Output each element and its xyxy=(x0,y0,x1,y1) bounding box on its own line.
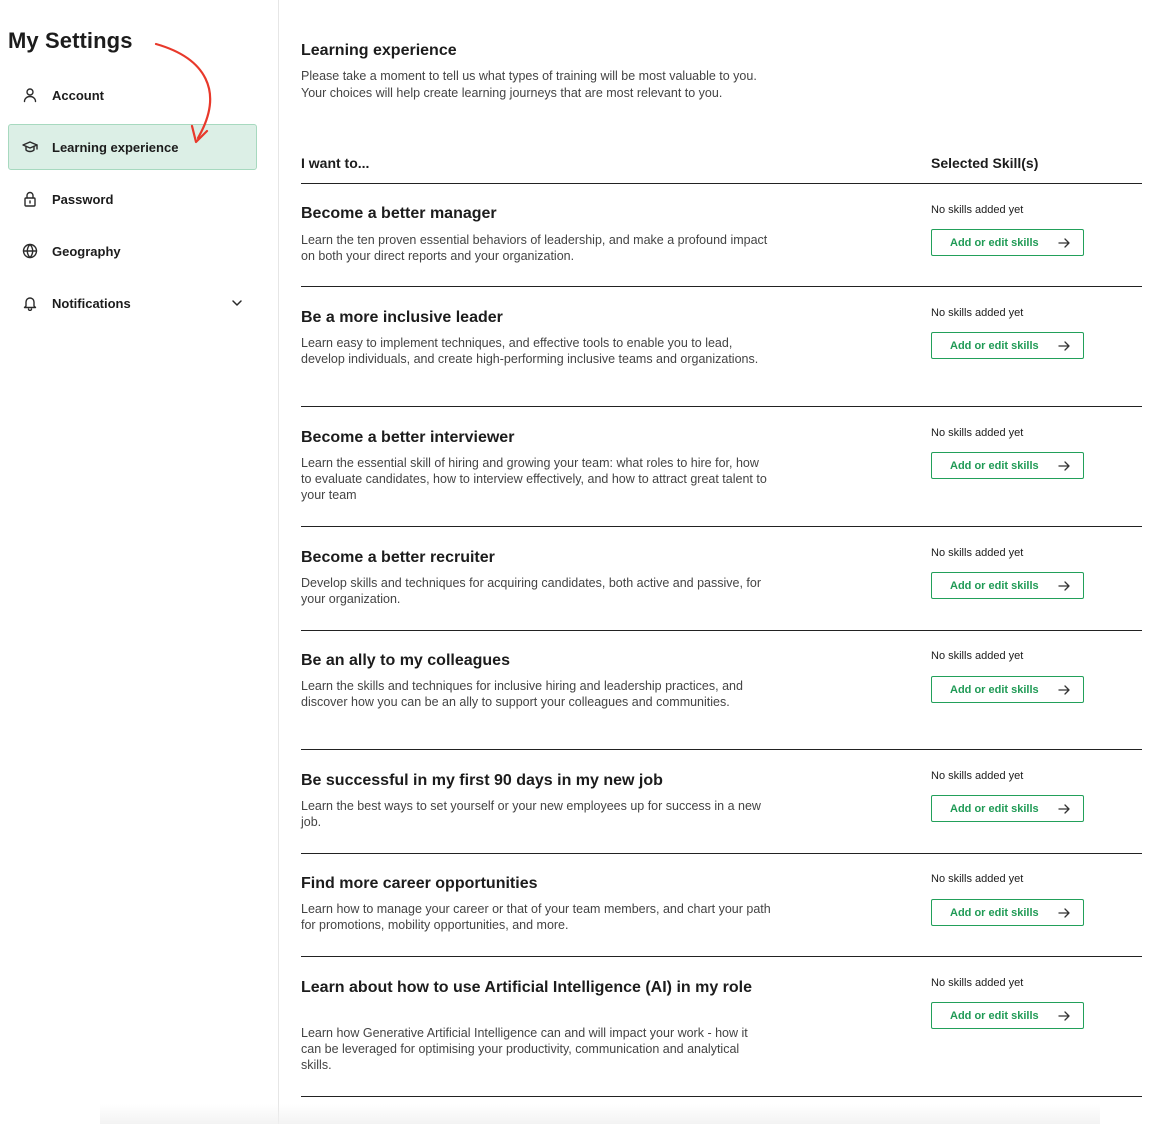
skills-status: No skills added yet xyxy=(931,547,1024,559)
add-or-edit-skills-button[interactable]: Add or edit skills xyxy=(931,899,1084,926)
add-or-edit-skills-button[interactable]: Add or edit skills xyxy=(931,1002,1084,1029)
skills-status: No skills added yet xyxy=(931,873,1024,885)
button-label: Add or edit skills xyxy=(950,802,1039,815)
goal-description: Learn the best ways to set yourself or y… xyxy=(301,799,761,829)
page-title: Learning experience xyxy=(301,42,457,59)
button-label: Add or edit skills xyxy=(950,683,1039,696)
goal-title: Be an ally to my colleagues xyxy=(301,652,510,669)
goal-description: Learn easy to implement techniques, and … xyxy=(301,336,759,366)
sidebar-item-notifications[interactable]: Notifications xyxy=(8,280,257,326)
arrow-right-icon xyxy=(1058,580,1070,592)
sidebar: My Settings Account Learning experience … xyxy=(0,0,279,1124)
goal-title: Become a better manager xyxy=(301,205,497,222)
sidebar-item-password[interactable]: Password xyxy=(8,176,257,222)
sidebar-item-learning-experience[interactable]: Learning experience xyxy=(8,124,257,170)
skills-status: No skills added yet xyxy=(931,977,1024,989)
goal-row: Be successful in my first 90 days in my … xyxy=(301,750,1142,854)
sidebar-item-label: Notifications xyxy=(52,295,131,311)
skills-status: No skills added yet xyxy=(931,204,1024,216)
sidebar-item-label: Learning experience xyxy=(52,139,179,155)
goal-title: Be a more inclusive leader xyxy=(301,309,503,326)
goal-row: Learn about how to use Artificial Intell… xyxy=(301,957,1142,1097)
column-header-skills: Selected Skill(s) xyxy=(931,155,1039,171)
sidebar-title: My Settings xyxy=(8,28,133,53)
arrow-right-icon xyxy=(1058,460,1070,472)
sidebar-item-label: Geography xyxy=(52,243,121,259)
add-or-edit-skills-button[interactable]: Add or edit skills xyxy=(931,676,1084,703)
goal-description: Learn the essential skill of hiring and … xyxy=(301,456,767,502)
chevron-down-icon[interactable] xyxy=(230,296,244,310)
goal-title: Be successful in my first 90 days in my … xyxy=(301,772,663,789)
skills-status: No skills added yet xyxy=(931,307,1024,319)
button-label: Add or edit skills xyxy=(950,906,1039,919)
goal-row: Become a better recruiter Develop skills… xyxy=(301,527,1142,631)
goal-title: Become a better recruiter xyxy=(301,549,495,566)
goal-row: Become a better interviewer Learn the es… xyxy=(301,407,1142,527)
sidebar-item-label: Account xyxy=(52,87,104,103)
goal-title: Find more career opportunities xyxy=(301,875,538,892)
arrow-right-icon xyxy=(1058,684,1070,696)
goal-description: Develop skills and techniques for acquir… xyxy=(301,576,761,606)
goal-row: Find more career opportunities Learn how… xyxy=(301,854,1142,957)
add-or-edit-skills-button[interactable]: Add or edit skills xyxy=(931,229,1084,256)
button-label: Add or edit skills xyxy=(950,579,1039,592)
button-label: Add or edit skills xyxy=(950,339,1039,352)
goal-description: Learn the ten proven essential behaviors… xyxy=(301,233,768,263)
goal-row: Be an ally to my colleagues Learn the sk… xyxy=(301,631,1142,750)
goal-description: Learn the skills and techniques for incl… xyxy=(301,679,743,709)
goal-title: Become a better interviewer xyxy=(301,429,515,446)
button-label: Add or edit skills xyxy=(950,1009,1039,1022)
bell-icon xyxy=(21,294,39,312)
add-or-edit-skills-button[interactable]: Add or edit skills xyxy=(931,452,1084,479)
skills-status: No skills added yet xyxy=(931,770,1024,782)
goal-title: Learn about how to use Artificial Intell… xyxy=(301,979,753,996)
goal-row: Become a better manager Learn the ten pr… xyxy=(301,184,1142,287)
goal-description: Learn how Generative Artificial Intellig… xyxy=(301,1026,748,1072)
sidebar-item-account[interactable]: Account xyxy=(8,72,257,118)
user-icon xyxy=(21,86,39,104)
button-label: Add or edit skills xyxy=(950,236,1039,249)
graduation-cap-icon xyxy=(21,138,39,156)
goal-description: Learn how to manage your career or that … xyxy=(301,902,771,932)
add-or-edit-skills-button[interactable]: Add or edit skills xyxy=(931,332,1084,359)
sidebar-item-geography[interactable]: Geography xyxy=(8,228,257,274)
add-or-edit-skills-button[interactable]: Add or edit skills xyxy=(931,572,1084,599)
skills-status: No skills added yet xyxy=(931,427,1024,439)
arrow-right-icon xyxy=(1058,907,1070,919)
list-header: I want to... Selected Skill(s) xyxy=(301,153,1142,184)
settings-nav: Account Learning experience Password Geo… xyxy=(8,72,257,332)
arrow-right-icon xyxy=(1058,340,1070,352)
column-header-goal: I want to... xyxy=(301,155,370,171)
button-label: Add or edit skills xyxy=(950,459,1039,472)
lock-icon xyxy=(21,190,39,208)
arrow-right-icon xyxy=(1058,803,1070,815)
page-intro: Please take a moment to tell us what typ… xyxy=(301,69,757,100)
skills-status: No skills added yet xyxy=(931,650,1024,662)
arrow-right-icon xyxy=(1058,1010,1070,1022)
add-or-edit-skills-button[interactable]: Add or edit skills xyxy=(931,795,1084,822)
arrow-right-icon xyxy=(1058,237,1070,249)
sidebar-item-label: Password xyxy=(52,191,114,207)
goal-row: Be a more inclusive leader Learn easy to… xyxy=(301,287,1142,407)
globe-icon xyxy=(21,242,39,260)
